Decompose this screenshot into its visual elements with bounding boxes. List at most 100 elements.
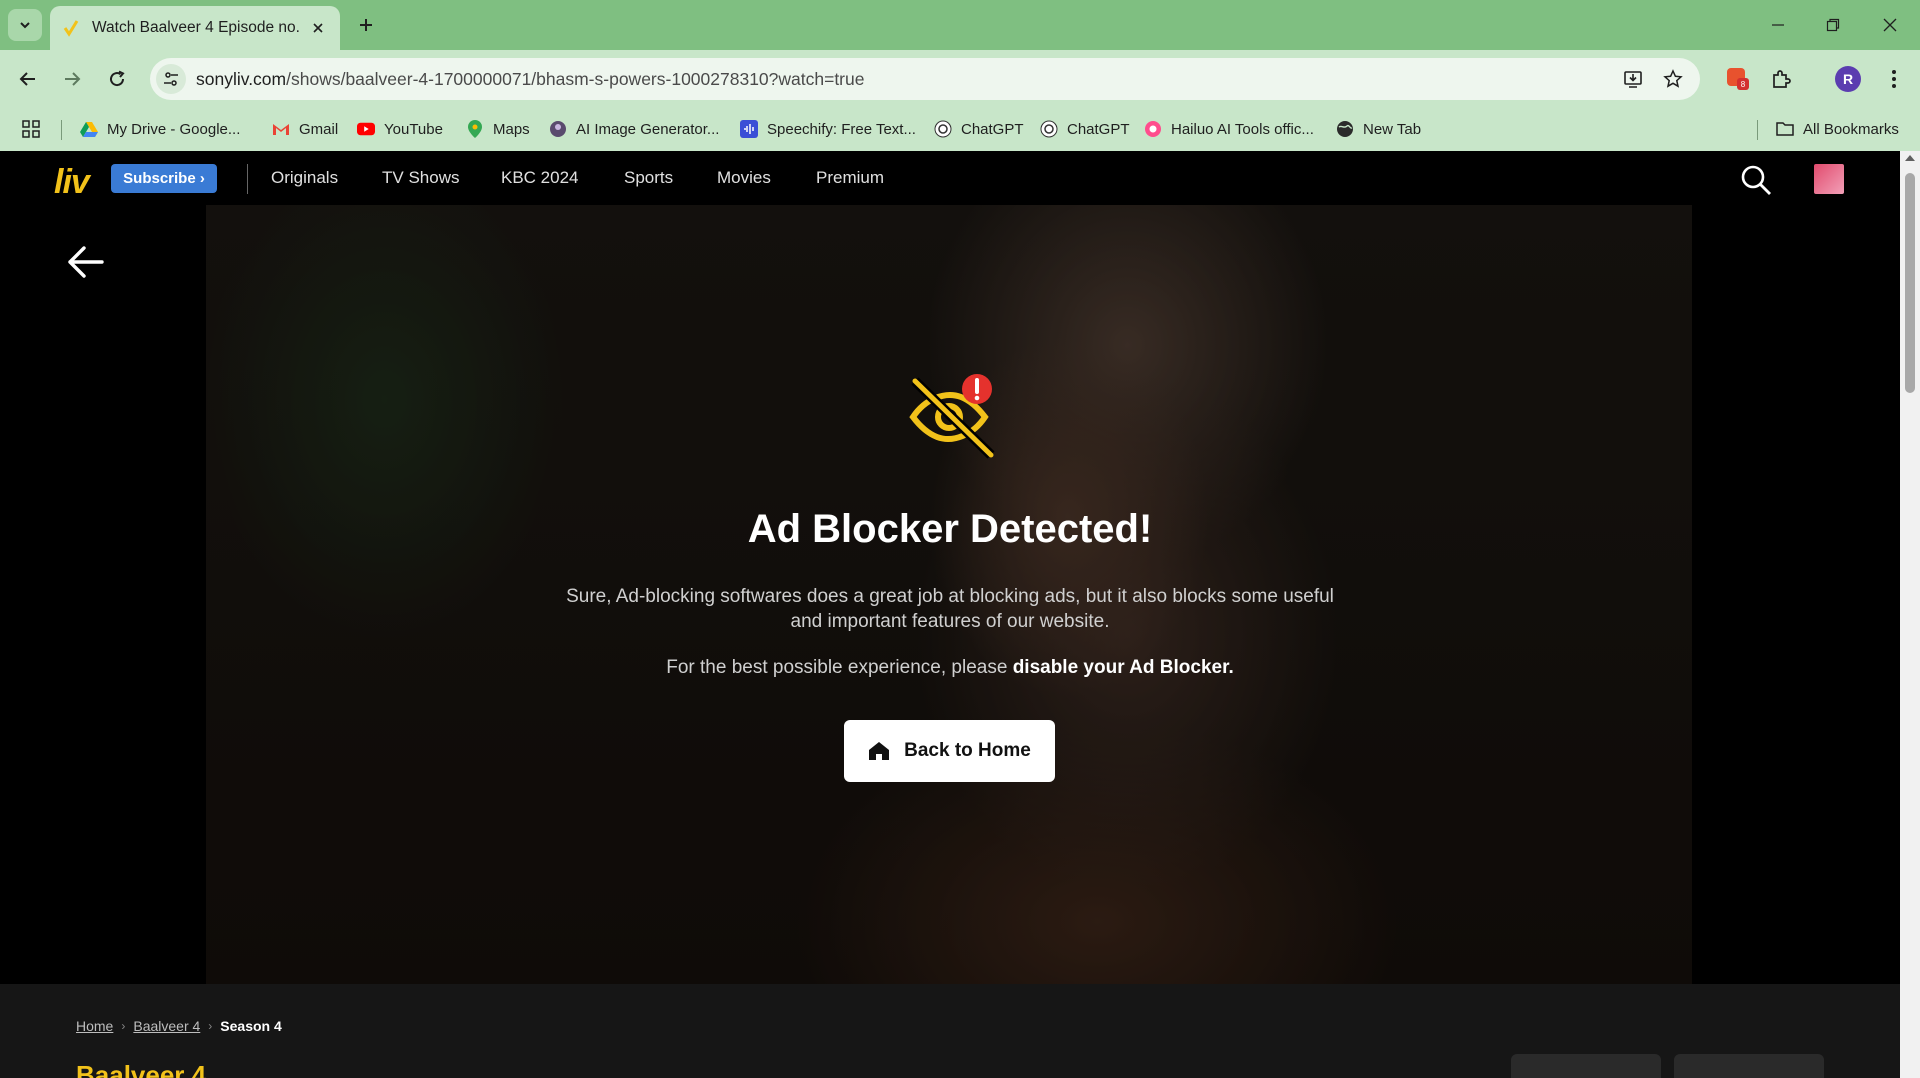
close-icon bbox=[1883, 18, 1897, 32]
puzzle-icon bbox=[1773, 70, 1791, 88]
bookmark-new-tab[interactable]: New Tab bbox=[1336, 116, 1421, 142]
breadcrumb: Home › Baalveer 4 › Season 4 bbox=[76, 1018, 282, 1034]
bookmark-chatgpt-2[interactable]: ChatGPT bbox=[1040, 116, 1130, 142]
site-info-button[interactable] bbox=[156, 64, 186, 94]
browser-menu-button[interactable] bbox=[1878, 63, 1910, 95]
profile-button[interactable]: R bbox=[1832, 63, 1864, 95]
scroll-up-arrow-icon[interactable] bbox=[1905, 155, 1915, 161]
bookmark-hailuo[interactable]: Hailuo AI Tools offic... bbox=[1144, 116, 1314, 142]
active-tab[interactable]: Watch Baalveer 4 Episode no. 2 bbox=[50, 6, 340, 50]
home-icon bbox=[869, 742, 890, 760]
bookmark-maps[interactable]: Maps bbox=[466, 116, 530, 142]
bookmarks-separator bbox=[1757, 120, 1758, 140]
apps-button[interactable] bbox=[22, 116, 40, 142]
extension-button[interactable]: 8 bbox=[1722, 63, 1754, 95]
blocker-description: Sure, Ad-blocking softwares does a great… bbox=[566, 586, 1334, 632]
minimize-button[interactable] bbox=[1756, 8, 1800, 42]
install-app-button[interactable] bbox=[1620, 66, 1646, 92]
bookmark-chatgpt-1[interactable]: ChatGPT bbox=[934, 116, 1024, 142]
bookmark-label: New Tab bbox=[1363, 120, 1422, 138]
window-close-button[interactable] bbox=[1868, 8, 1912, 42]
chevron-right-icon: › bbox=[208, 1019, 213, 1033]
forward-button[interactable] bbox=[56, 63, 88, 95]
bookmark-star-button[interactable] bbox=[1660, 66, 1686, 92]
all-bookmarks-button[interactable]: All Bookmarks bbox=[1776, 116, 1899, 142]
close-icon bbox=[313, 23, 323, 33]
ai-image-icon bbox=[549, 120, 567, 138]
extension-badge-icon: 8 bbox=[1727, 68, 1749, 90]
show-title: Baalveer 4 bbox=[76, 1060, 207, 1078]
sonyliv-page: liv Subscribe › Originals TV Shows KBC 2… bbox=[0, 151, 1900, 1078]
back-to-home-button[interactable]: Back to Home bbox=[844, 720, 1055, 782]
profile-avatar: R bbox=[1835, 66, 1861, 92]
bookmark-label: Hailuo AI Tools offic... bbox=[1171, 120, 1314, 138]
url-host: sonyliv.com bbox=[196, 69, 287, 89]
page-scrollbar[interactable] bbox=[1900, 151, 1920, 1078]
folder-icon bbox=[1776, 120, 1794, 138]
browser-chrome: Watch Baalveer 4 Episode no. 2 sonyliv.c… bbox=[0, 0, 1920, 151]
arrow-left-icon bbox=[19, 72, 35, 86]
breadcrumb-current: Season 4 bbox=[220, 1018, 282, 1034]
speechify-icon bbox=[740, 120, 758, 138]
gmail-icon bbox=[272, 120, 290, 138]
breadcrumb-show[interactable]: Baalveer 4 bbox=[133, 1018, 200, 1034]
bookmark-label: Speechify: Free Text... bbox=[767, 120, 916, 138]
show-details-section: Home › Baalveer 4 › Season 4 Baalveer 4 bbox=[0, 984, 1900, 1078]
bookmark-label: My Drive - Google... bbox=[107, 120, 241, 138]
back-to-home-label: Back to Home bbox=[904, 740, 1031, 761]
globe-icon bbox=[1336, 120, 1354, 138]
restore-icon bbox=[1826, 18, 1840, 32]
blocker-cta-text: For the best possible experience, please… bbox=[0, 657, 1900, 679]
kebab-menu-icon bbox=[1892, 70, 1896, 88]
bookmark-speechify[interactable]: Speechify: Free Text... bbox=[740, 116, 916, 142]
back-button[interactable] bbox=[12, 63, 44, 95]
bookmark-label: ChatGPT bbox=[961, 120, 1024, 138]
bookmark-youtube[interactable]: YouTube bbox=[357, 116, 443, 142]
install-icon bbox=[1624, 71, 1642, 88]
blocker-title: Ad Blocker Detected! bbox=[747, 507, 1153, 551]
restore-button[interactable] bbox=[1811, 8, 1855, 42]
bookmarks-bar: My Drive - Google... Gmail YouTube Maps … bbox=[0, 108, 1920, 151]
all-bookmarks-label: All Bookmarks bbox=[1803, 120, 1899, 138]
url-text: sonyliv.com/shows/baalveer-4-1700000071/… bbox=[196, 69, 864, 90]
chatgpt-icon bbox=[1040, 120, 1058, 138]
reload-button[interactable] bbox=[101, 63, 133, 95]
chevron-down-icon bbox=[20, 22, 30, 29]
minimize-icon bbox=[1772, 24, 1784, 26]
bookmark-gmail[interactable]: Gmail bbox=[272, 116, 338, 142]
bookmark-label: YouTube bbox=[384, 120, 443, 138]
eye-off-icon bbox=[909, 374, 995, 459]
svg-text:8: 8 bbox=[1741, 80, 1746, 89]
browser-toolbar: sonyliv.com/shows/baalveer-4-1700000071/… bbox=[0, 50, 1920, 108]
address-bar[interactable]: sonyliv.com/shows/baalveer-4-1700000071/… bbox=[150, 58, 1700, 100]
tune-icon bbox=[164, 72, 178, 86]
cta-prefix: For the best possible experience, please bbox=[666, 657, 1013, 678]
google-drive-icon bbox=[80, 120, 98, 138]
chatgpt-icon bbox=[934, 120, 952, 138]
new-tab-button[interactable] bbox=[352, 11, 380, 39]
bookmark-label: Gmail bbox=[299, 120, 339, 138]
tab-search-button[interactable] bbox=[8, 9, 42, 41]
scroll-thumb[interactable] bbox=[1905, 173, 1915, 393]
url-path: /shows/baalveer-4-1700000071/bhasm-s-pow… bbox=[286, 69, 865, 89]
chevron-right-icon: › bbox=[121, 1019, 126, 1033]
tab-strip: Watch Baalveer 4 Episode no. 2 bbox=[0, 0, 1920, 50]
arrow-right-icon bbox=[65, 72, 81, 86]
tab-title: Watch Baalveer 4 Episode no. 2 bbox=[92, 19, 302, 36]
extensions-menu-button[interactable] bbox=[1765, 63, 1797, 95]
my-list-button[interactable] bbox=[1511, 1054, 1661, 1078]
bookmark-ai-image-generator[interactable]: AI Image Generator... bbox=[549, 116, 719, 142]
hailuo-icon bbox=[1144, 120, 1162, 138]
ad-blocker-modal: Ad Blocker Detected! Sure, Ad-blocking s… bbox=[0, 151, 1900, 1078]
breadcrumb-home[interactable]: Home bbox=[76, 1018, 113, 1034]
bookmark-my-drive[interactable]: My Drive - Google... bbox=[80, 116, 240, 142]
share-button[interactable] bbox=[1674, 1054, 1824, 1078]
star-icon bbox=[1663, 69, 1683, 88]
bookmark-label: ChatGPT bbox=[1067, 120, 1130, 138]
sonyliv-favicon-icon bbox=[63, 20, 79, 37]
tab-close-button[interactable] bbox=[308, 18, 328, 38]
bookmark-label: AI Image Generator... bbox=[576, 120, 720, 138]
plus-icon bbox=[360, 19, 372, 31]
reload-icon bbox=[110, 70, 125, 87]
youtube-icon bbox=[357, 120, 375, 138]
